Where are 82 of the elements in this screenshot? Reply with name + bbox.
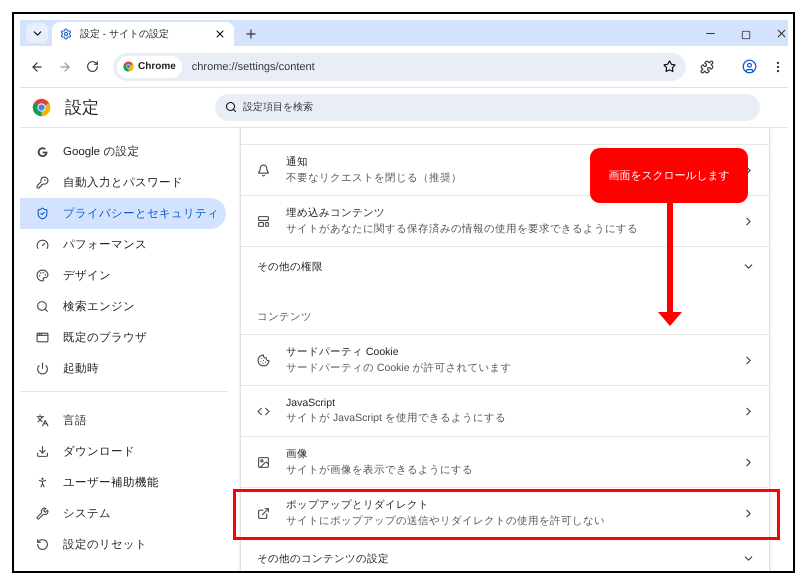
- row-description: サイトが画像を表示できるようにする: [286, 463, 473, 477]
- window-icon: [36, 331, 49, 344]
- row-title: その他のコンテンツの設定: [257, 552, 390, 566]
- cookie-icon: [257, 354, 270, 366]
- back-button[interactable]: [30, 60, 44, 74]
- settings-icon: [60, 28, 72, 40]
- row-title: その他の権限: [257, 260, 324, 274]
- code-icon: [257, 404, 270, 418]
- row-title: 画像: [286, 447, 308, 461]
- settings-row[interactable]: 画像 サイトが画像を表示できるようにする: [241, 436, 769, 487]
- address-bar[interactable]: Chrome chrome://settings/content: [113, 52, 686, 80]
- accessibility-icon: [36, 476, 49, 489]
- back-arrow-icon: [30, 60, 44, 74]
- puzzle-icon: [700, 60, 714, 74]
- search-icon: [36, 300, 49, 313]
- expandable-row[interactable]: その他のコンテンツの設定: [241, 538, 769, 571]
- row-description: サイトがあなたに関する保存済みの情報の使用を要求できるようにする: [286, 222, 638, 236]
- sidebar-item[interactable]: ダウンロード: [20, 436, 226, 467]
- chrome-logo-icon: [32, 98, 51, 117]
- row-title: 埋め込みコンテンツ: [286, 206, 385, 220]
- page-title: 設定: [65, 97, 100, 119]
- plus-icon: [244, 27, 258, 41]
- maximize-button[interactable]: [741, 30, 751, 40]
- browser-tab[interactable]: 設定 - サイトの設定: [52, 22, 234, 46]
- language-icon: [36, 414, 49, 427]
- row-title: JavaScript: [286, 397, 336, 409]
- embedded-content-icon: [257, 214, 270, 228]
- bookmark-star-icon[interactable]: [663, 60, 676, 73]
- row-description: 不要なリクエストを閉じる（推奨）: [286, 171, 462, 185]
- sidebar-item[interactable]: 設定のリセット: [20, 529, 226, 560]
- bell-icon: [257, 164, 270, 176]
- sidebar-item[interactable]: 既定のブラウザ: [20, 322, 226, 353]
- reload-icon: [86, 60, 99, 73]
- settings-row[interactable]: JavaScript サイトが JavaScript を使用できるようにする: [241, 385, 769, 436]
- sidebar-item[interactable]: プライバシーとセキュリティ: [20, 198, 226, 229]
- url-text: chrome://settings/content: [192, 60, 316, 72]
- palette-icon: [36, 269, 49, 282]
- profile-button[interactable]: [742, 59, 757, 74]
- sidebar-item[interactable]: デザイン: [20, 260, 226, 291]
- sidebar-item[interactable]: 自動入力とパスワード: [20, 167, 226, 198]
- site-chip[interactable]: Chrome: [117, 56, 182, 78]
- profile-icon: [742, 59, 757, 74]
- forward-arrow-icon: [58, 60, 72, 74]
- image-icon: [257, 456, 270, 468]
- row-description: サイトが JavaScript を使用できるようにする: [286, 411, 506, 425]
- google-icon: [36, 145, 49, 158]
- sidebar-item[interactable]: 検索エンジン: [20, 291, 226, 322]
- external-link-icon: [257, 506, 270, 520]
- sidebar-item[interactable]: 言語: [20, 405, 226, 436]
- sidebar-item[interactable]: パフォーマンス: [20, 229, 226, 260]
- reload-button[interactable]: [86, 60, 99, 73]
- search-icon: [225, 101, 237, 113]
- search-field[interactable]: 設定項目を検索: [215, 94, 760, 121]
- sidebar-item[interactable]: システム: [20, 498, 226, 529]
- gauge-icon: [36, 238, 49, 251]
- section-heading: コンテンツ: [257, 310, 312, 324]
- row-description: サイトにポップアップの送信やリダイレクトの使用を許可しない: [286, 514, 605, 528]
- settings-row[interactable]: ポップアップとリダイレクト サイトにポップアップの送信やリダイレクトの使用を許可しない: [241, 487, 769, 538]
- reset-icon: [36, 538, 49, 551]
- close-icon[interactable]: [214, 28, 226, 40]
- row-title: サードパーティ Cookie: [286, 345, 399, 359]
- sidebar-item[interactable]: Google の設定: [20, 136, 226, 167]
- sidebar-item[interactable]: ユーザー補助機能: [20, 467, 226, 498]
- tab-search-button[interactable]: [26, 23, 48, 43]
- shield-icon: [36, 207, 49, 220]
- key-icon: [36, 176, 49, 189]
- wrench-icon: [36, 507, 49, 520]
- row-title: ポップアップとリダイレクト: [286, 498, 429, 512]
- maximize-icon: [741, 30, 751, 40]
- extensions-button[interactable]: [700, 60, 714, 74]
- row-description: サードパーティの Cookie が許可されています: [286, 361, 512, 375]
- chrome-logo-icon: [123, 61, 134, 72]
- download-icon: [36, 445, 49, 458]
- sidebar-item[interactable]: 起動時: [20, 353, 226, 384]
- forward-button[interactable]: [58, 60, 72, 74]
- power-icon: [36, 362, 49, 375]
- settings-row[interactable]: サードパーティ Cookie サードパーティの Cookie が許可されています: [241, 334, 769, 385]
- callout-label: 画面をスクロールします: [590, 148, 748, 203]
- close-icon: [775, 27, 788, 40]
- row-title: 通知: [286, 155, 308, 169]
- close-window-button[interactable]: [775, 27, 788, 40]
- new-tab-button[interactable]: [244, 27, 258, 41]
